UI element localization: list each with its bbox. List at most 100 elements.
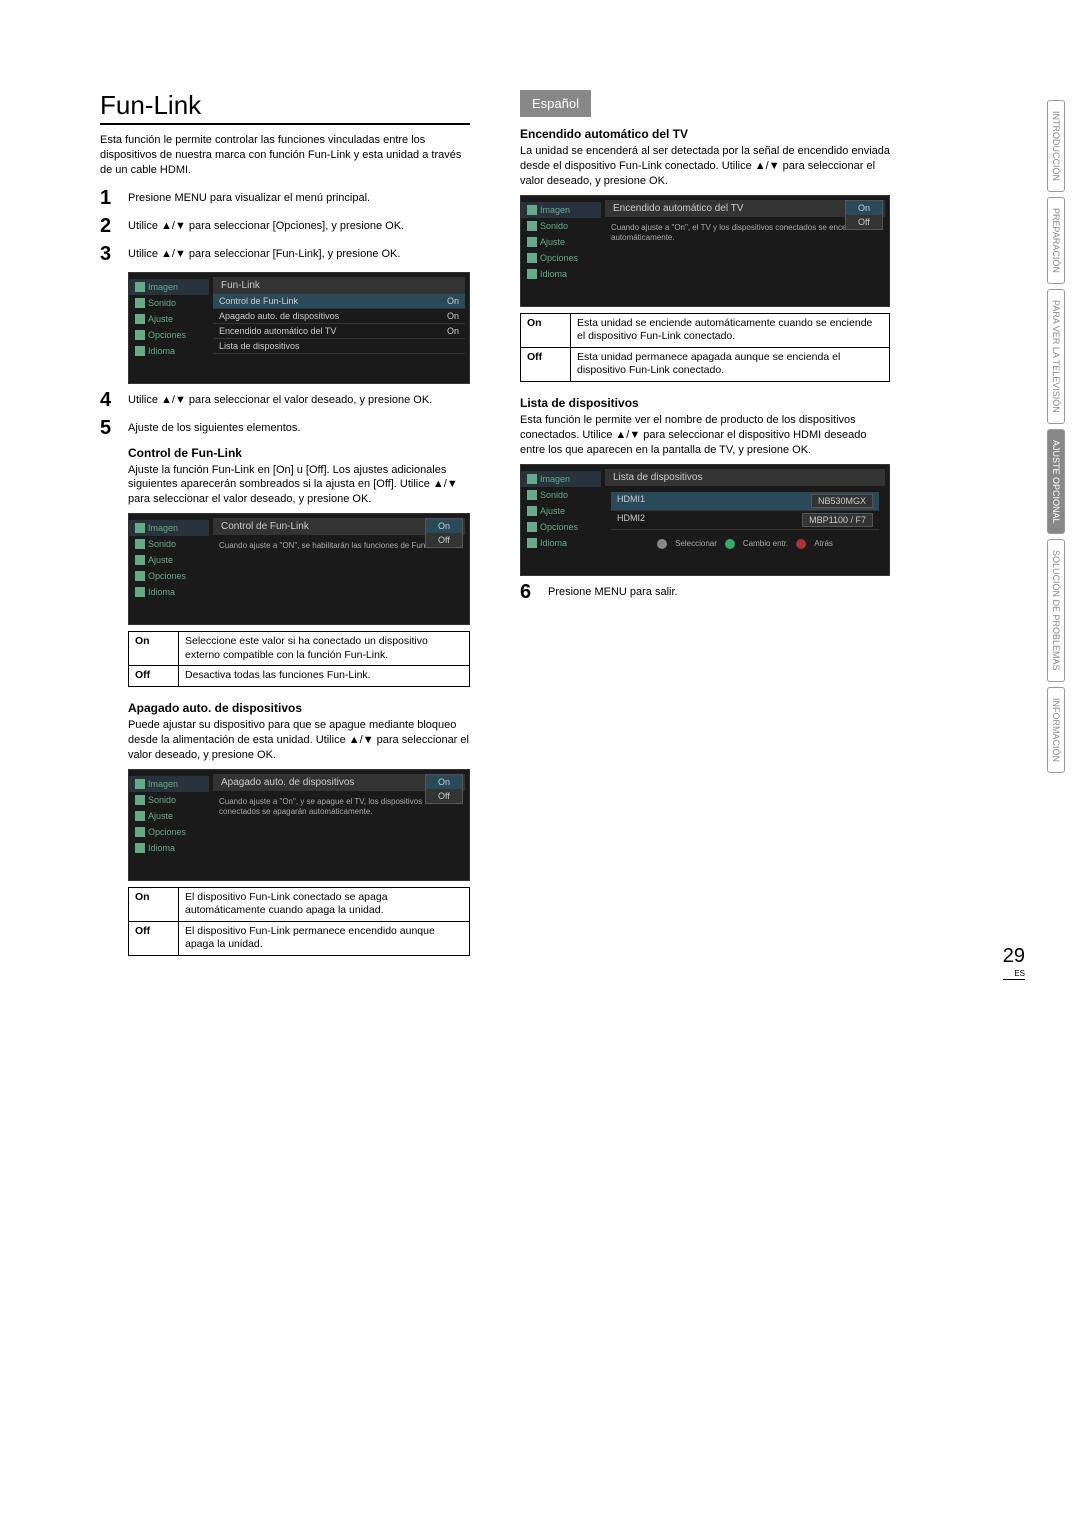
imagen-icon — [527, 205, 537, 215]
opciones-icon — [135, 330, 145, 340]
sonido-icon — [135, 298, 145, 308]
ss-menu-item: Sonido — [521, 218, 601, 234]
ss-menu-item: Idioma — [129, 584, 209, 600]
idioma-icon — [527, 269, 537, 279]
step-5: 5Ajuste de los siguientes elementos. — [100, 418, 470, 438]
ss-options: On Off — [425, 518, 463, 548]
idioma-icon — [135, 346, 145, 356]
cell-text: Desactiva todas las funciones Fun-Link. — [179, 666, 470, 687]
ss-option: On — [426, 775, 462, 789]
lista-heading: Lista de dispositivos — [520, 396, 890, 410]
ss-menu-item: Sonido — [129, 536, 209, 552]
side-tab: INTRODUCCIÓN — [1047, 100, 1065, 192]
ss-menu-item: Opciones — [521, 250, 601, 266]
control-table: OnSeleccione este valor si ha conectado … — [128, 631, 470, 687]
cell-text: Esta unidad permanece apagada aunque se … — [571, 347, 890, 381]
ss-option: Off — [426, 533, 462, 547]
ss-option: On — [426, 519, 462, 533]
ss-menu-item: Idioma — [521, 535, 601, 551]
ss-content: Apagado auto. de dispositivos Cuando aju… — [209, 770, 469, 880]
sonido-icon — [527, 221, 537, 231]
ss-content: Lista de dispositivos HDMI1NB530MGX HDMI… — [601, 465, 889, 575]
control-heading: Control de Fun-Link — [128, 446, 470, 460]
screenshot-encendido: Imagen Sonido Ajuste Opciones Idioma Enc… — [520, 195, 890, 307]
apagado-desc: Puede ajustar su dispositivo para que se… — [128, 718, 470, 763]
opciones-icon — [527, 522, 537, 532]
step-text: Presione MENU para salir. — [548, 585, 678, 600]
step-2: 2Utilice ▲/▼ para seleccionar [Opciones]… — [100, 216, 470, 236]
ss-content: Encendido automático del TV Cuando ajust… — [601, 196, 889, 306]
step-text: Presione MENU para visualizar el menú pr… — [128, 191, 370, 206]
ss-menu-item: Imagen — [521, 471, 601, 487]
ss-option: Off — [426, 789, 462, 803]
opciones-icon — [527, 253, 537, 263]
intro-text: Esta función le permite controlar las fu… — [100, 133, 470, 178]
ss-menu-item: Ajuste — [129, 808, 209, 824]
screenshot-lista: Imagen Sonido Ajuste Opciones Idioma Lis… — [520, 464, 890, 576]
encendido-heading: Encendido automático del TV — [520, 127, 890, 141]
screenshot-apagado: Imagen Sonido Ajuste Opciones Idioma Apa… — [128, 769, 470, 881]
ss-menu-item: Sonido — [521, 487, 601, 503]
step-text: Utilice ▲/▼ para seleccionar el valor de… — [128, 393, 432, 408]
step-number: 5 — [100, 418, 118, 438]
ss-menu-item: Imagen — [129, 520, 209, 536]
ss-menu-item: Idioma — [521, 266, 601, 282]
apagado-table: OnEl dispositivo Fun-Link conectado se a… — [128, 887, 470, 957]
ss-menu-item: Imagen — [521, 202, 601, 218]
ss-menu-item: Idioma — [129, 840, 209, 856]
ajuste-icon — [527, 237, 537, 247]
side-tab: PARA VER LA TELEVISIÓN — [1047, 289, 1065, 424]
ss-menu-item: Ajuste — [521, 234, 601, 250]
ss-menu-item: Ajuste — [521, 503, 601, 519]
side-tabs: INTRODUCCIÓN PREPARACIÓN PARA VER LA TEL… — [1047, 100, 1065, 773]
ok-icon — [725, 539, 735, 549]
cell-label: On — [129, 632, 179, 666]
back-icon — [796, 539, 806, 549]
ss-row: Control de Fun-LinkOn — [213, 294, 465, 309]
ss-menu-item: Sonido — [129, 792, 209, 808]
ss-title: Encendido automático del TV — [605, 200, 885, 217]
ss-help: Cuando ajuste a "On", el TV y los dispos… — [605, 217, 885, 250]
ajuste-icon — [135, 314, 145, 324]
encendido-table: OnEsta unidad se enciende automáticament… — [520, 313, 890, 383]
side-tab: SOLUCIÓN DE PROBLEMAS — [1047, 539, 1065, 682]
language-tab: Español — [520, 90, 591, 117]
ss-menu-item: Opciones — [521, 519, 601, 535]
step-number: 3 — [100, 244, 118, 264]
ss-foot: Seleccionar Cambio entr. Atrás — [605, 536, 885, 552]
ss-row: Encendido automático del TVOn — [213, 324, 465, 339]
imagen-icon — [135, 282, 145, 292]
ss-options: On Off — [425, 774, 463, 804]
screenshot-control: Imagen Sonido Ajuste Opciones Idioma Con… — [128, 513, 470, 625]
ss-menu: Imagen Sonido Ajuste Opciones Idioma — [129, 770, 209, 880]
nav-icon — [657, 539, 667, 549]
ss-title: Lista de dispositivos — [605, 469, 885, 486]
ss-menu-item: Imagen — [129, 279, 209, 295]
ss-content: Control de Fun-Link Cuando ajuste a "ON"… — [209, 514, 469, 624]
left-column: Fun-Link Esta función le permite control… — [100, 90, 470, 970]
ss-menu-item: Ajuste — [129, 311, 209, 327]
step-number: 4 — [100, 390, 118, 410]
ss-row: HDMI1NB530MGX — [611, 492, 879, 511]
sonido-icon — [135, 795, 145, 805]
cell-text: El dispositivo Fun-Link permanece encend… — [179, 921, 470, 955]
apagado-heading: Apagado auto. de dispositivos — [128, 701, 470, 715]
cell-text: Esta unidad se enciende automáticamente … — [571, 313, 890, 347]
ss-menu-item: Idioma — [129, 343, 209, 359]
cell-label: On — [521, 313, 571, 347]
step-number: 1 — [100, 188, 118, 208]
step-number: 2 — [100, 216, 118, 236]
ss-options: On Off — [845, 200, 883, 230]
lista-desc: Esta función le permite ver el nombre de… — [520, 413, 890, 458]
ss-menu-item: Imagen — [129, 776, 209, 792]
step-1: 1 Presione MENU para visualizar el menú p… — [100, 188, 470, 208]
control-desc: Ajuste la función Fun-Link en [On] u [Of… — [128, 463, 470, 508]
ss-menu-item: Sonido — [129, 295, 209, 311]
ss-option: Off — [846, 215, 882, 229]
side-tab: INFORMACIÓN — [1047, 687, 1065, 773]
cell-label: On — [129, 887, 179, 921]
step-4: 4 Utilice ▲/▼ para seleccionar el valor d… — [100, 390, 470, 410]
cell-label: Off — [129, 921, 179, 955]
ss-row: Lista de dispositivos — [213, 339, 465, 354]
ss-content: Fun-Link Control de Fun-LinkOn Apagado a… — [209, 273, 469, 383]
